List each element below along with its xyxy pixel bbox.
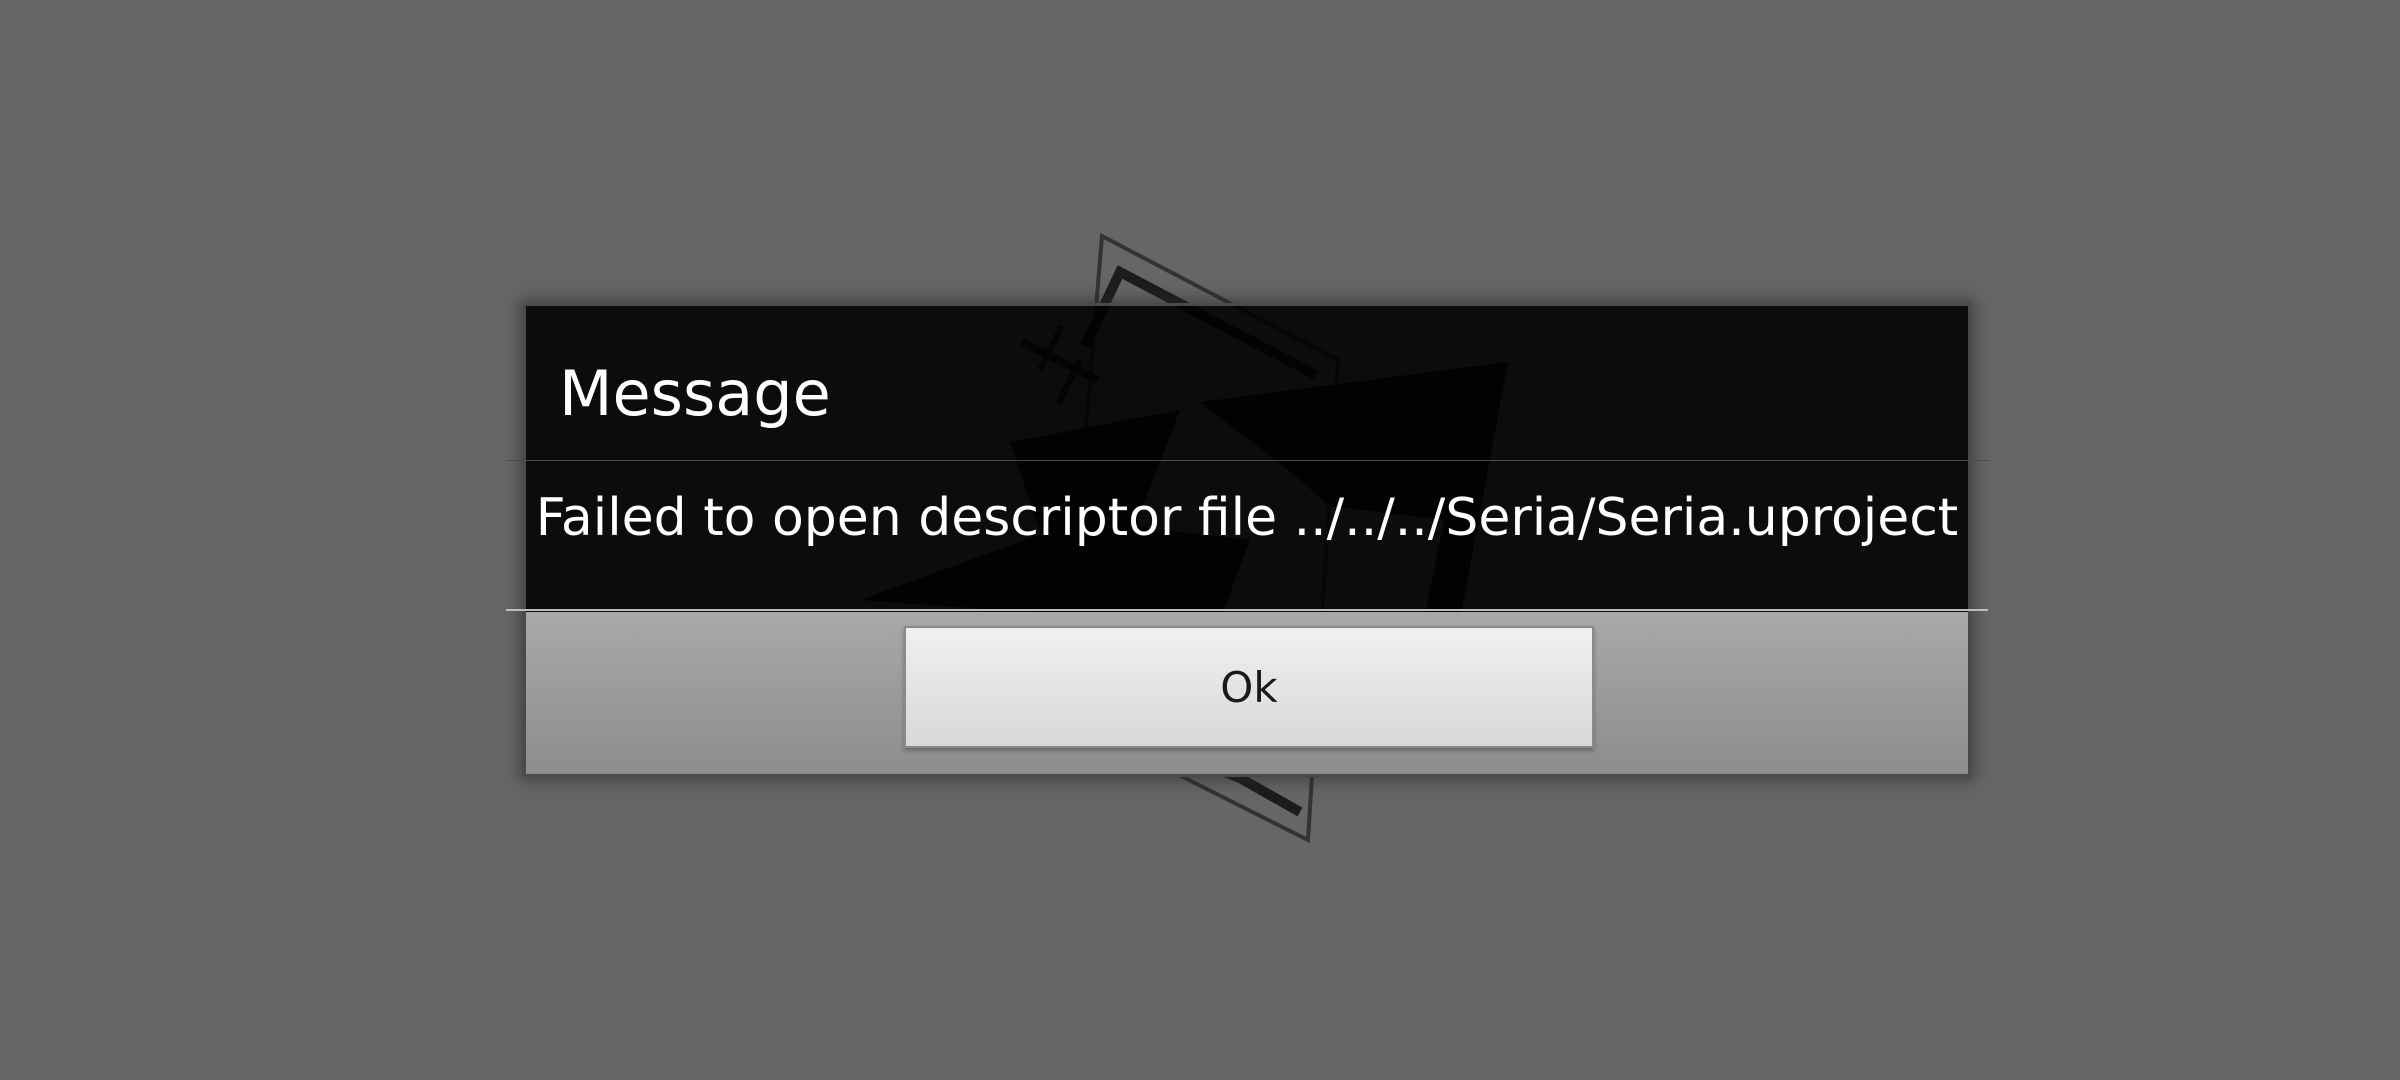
dialog-message: Failed to open descriptor file ../../../… [535,488,1959,548]
dialog-body: Message Failed to open descriptor file .… [506,306,1988,612]
ok-button[interactable]: Ok [904,626,1594,748]
message-dialog: Message Failed to open descriptor file .… [506,303,1988,777]
title-divider [506,460,1988,461]
dialog-title: Message [559,357,831,430]
dialog-footer: Ok [526,612,1968,774]
message-divider [506,609,1988,611]
